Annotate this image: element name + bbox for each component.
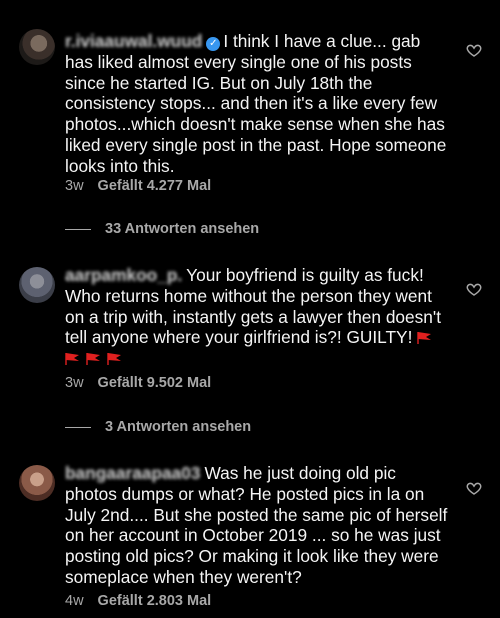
avatar[interactable] (19, 267, 55, 303)
heart-icon[interactable] (466, 480, 482, 496)
replies-label[interactable]: 33 Antworten ansehen (105, 221, 259, 237)
comment-body: I think I have a clue... gab has liked a… (65, 31, 447, 176)
view-replies-button[interactable]: 33 Antworten ansehen (65, 221, 259, 237)
red-flag-icon (65, 353, 79, 366)
replies-label[interactable]: 3 Antworten ansehen (105, 419, 251, 435)
avatar[interactable] (19, 29, 55, 65)
comment-text: r.iviaauwal.wuud ✓ I think I have a clue..… (65, 31, 450, 177)
username[interactable]: r.iviaauwal.wuud (65, 31, 202, 52)
comment-age: 3w (65, 375, 84, 391)
view-replies-button[interactable]: 3 Antworten ansehen (65, 419, 251, 435)
comment-meta: 3w Gefällt 9.502 Mal (65, 375, 211, 391)
username[interactable]: aarpamkoo_p. (65, 265, 182, 286)
comment-age: 3w (65, 178, 84, 194)
heart-icon[interactable] (466, 42, 482, 58)
replies-divider (65, 228, 91, 230)
comment-text: bangaaraapaa03 Was he just doing old pic … (65, 463, 450, 588)
comment-meta: 3w Gefällt 4.277 Mal (65, 178, 211, 194)
red-flag-icon (417, 332, 432, 345)
likes-count[interactable]: Gefällt 9.502 Mal (98, 375, 212, 391)
red-flag-icon (86, 353, 100, 366)
comment-age: 4w (65, 593, 84, 609)
username[interactable]: bangaaraapaa03 (65, 463, 200, 484)
comment-meta: 4w Gefällt 2.803 Mal (65, 593, 211, 609)
likes-count[interactable]: Gefällt 4.277 Mal (98, 178, 212, 194)
red-flag-icon (107, 353, 121, 366)
heart-icon[interactable] (466, 281, 482, 297)
avatar[interactable] (19, 465, 55, 501)
verified-badge-icon: ✓ (206, 37, 221, 51)
likes-count[interactable]: Gefällt 2.803 Mal (98, 593, 212, 609)
replies-divider (65, 426, 91, 428)
comment-text: aarpamkoo_p. Your boyfriend is guilty as … (65, 265, 450, 369)
